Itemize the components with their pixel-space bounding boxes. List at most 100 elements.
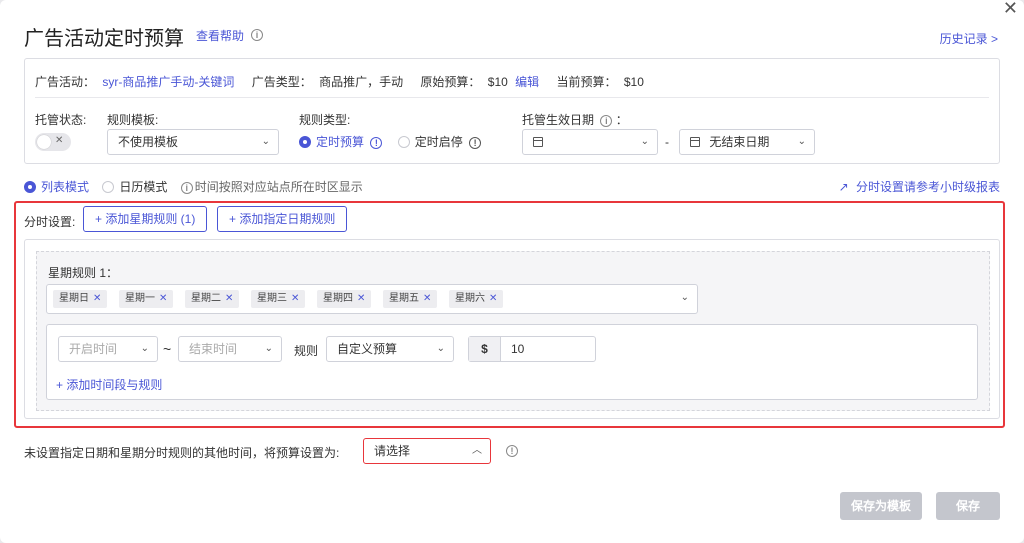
remove-icon[interactable]: ✕ [225,293,233,304]
rule-type-scheduled-budget[interactable]: 定时预算 ! [299,135,386,149]
hosting-status-toggle[interactable]: ✕ [35,133,71,151]
original-budget-value: $10 [487,75,508,89]
radio-unchecked-icon [102,181,115,193]
add-time-period-link[interactable]: + 添加时间段与规则 [56,376,162,393]
weekday-multiselect[interactable]: 星期日 ✕ 星期一 ✕ 星期二 ✕ 星期三 ✕ 星期四 ✕ 星期五 ✕ 星期六 ✕ ⌄ [46,284,698,314]
effective-date-label-text: 托管生效日期 [522,113,595,127]
remove-icon[interactable]: ✕ [357,293,365,304]
timezone-note-text: 时间按照对应站点所在时区显示 [194,180,363,194]
weekday-tag: 星期五 ✕ [383,290,438,308]
end-date-value: 无结束日期 [709,135,770,149]
start-date-picker[interactable]: ⌄ [522,129,658,155]
start-time-select[interactable]: 开启时间 ⌄ [58,336,158,362]
chevron-up-icon: ︿ [472,445,482,456]
modal-title: 广告活动定时预算 [24,28,184,50]
remove-icon[interactable]: ✕ [93,293,101,304]
view-mode-row: 列表模式 日历模式 i 时间按照对应站点所在时区显示 [24,178,373,195]
weekday-tag: 星期四 ✕ [317,290,372,308]
end-time-select[interactable]: 结束时间 ⌄ [178,336,282,362]
end-time-placeholder: 结束时间 [189,342,238,356]
template-select[interactable]: 不使用模板 ⌄ [107,129,279,155]
add-week-rule-button[interactable]: + 添加星期规则 (1) [83,206,208,232]
history-link[interactable]: 历史记录 > [940,30,998,47]
budget-amount-value: 10 [511,342,525,356]
edit-budget-link[interactable]: 编辑 [515,75,539,89]
ad-type-value: 商品推广，手动 [319,75,404,89]
info-icon[interactable]: ! [469,137,482,149]
list-mode-radio[interactable]: 列表模式 [24,178,89,195]
weekday-tag-label: 星期一 [125,293,155,304]
trend-chart-icon: ↗ [838,180,849,194]
campaign-summary: 广告活动： syr-商品推广手动-关键词 广告类型： 商品推广，手动 原始预算：… [35,73,648,90]
chevron-down-icon: ⌄ [680,292,689,303]
hourly-report-link[interactable]: ↗ 分时设置请参考小时级报表 [839,178,1000,195]
rule-label: 规则 [294,344,319,358]
weekday-tag: 星期六 ✕ [449,290,504,308]
close-icon[interactable]: ✕ [1003,0,1018,18]
remove-icon[interactable]: ✕ [489,293,497,304]
radio-checked-icon [299,136,311,148]
add-date-rule-button[interactable]: + 添加指定日期规则 [217,206,348,232]
template-label: 规则模板: [107,113,159,127]
budget-schedule-modal: ✕ 广告活动定时预算 查看帮助 i 历史记录 > 广告活动： syr-商品推广手… [0,0,1024,543]
campaign-info-panel: 广告活动： syr-商品推广手动-关键词 广告类型： 商品推广，手动 原始预算：… [24,58,1000,164]
hourly-report-link-text: 分时设置请参考小时级报表 [855,180,1000,194]
other-time-placeholder: 请选择 [374,444,411,458]
info-icon[interactable]: i [600,115,613,127]
end-date-picker[interactable]: 无结束日期 ⌄ [679,129,815,155]
info-icon: i [180,182,193,194]
weekday-tag: 星期二 ✕ [185,290,240,308]
weekday-tag: 星期三 ✕ [251,290,306,308]
time-range-separator: ~ [163,341,172,357]
schedule-label: 分时设置: [24,215,76,229]
weekday-tag: 星期一 ✕ [119,290,174,308]
effective-date-label: 托管生效日期 i ： [522,113,628,127]
ad-type-label: 广告类型： [251,75,312,89]
date-separator: - [665,135,669,149]
start-time-placeholder: 开启时间 [69,342,118,356]
help-link[interactable]: 查看帮助 [196,27,244,44]
chevron-down-icon: ⌄ [640,136,649,147]
template-value: 不使用模板 [118,135,179,149]
info-icon[interactable]: ! [370,137,383,149]
weekday-tag-label: 星期二 [191,293,221,304]
weekday-tag-label: 星期日 [59,293,89,304]
other-time-budget-select[interactable]: 请选择 ︿ [363,438,491,464]
radio-unchecked-icon [397,136,410,148]
weekday-tag-label: 星期四 [323,293,353,304]
timezone-note: i 时间按照对应站点所在时区显示 [180,178,363,195]
other-time-label: 未设置指定日期和星期分时规则的其他时间，将预算设置为: [24,446,340,460]
list-mode-label: 列表模式 [41,180,90,194]
chevron-down-icon: ⌄ [797,136,806,147]
rule-type-select[interactable]: 自定义预算 ⌄ [326,336,454,362]
chevron-down-icon: ⌄ [264,343,273,354]
chevron-down-icon: ⌄ [140,343,149,354]
currency-prefix: $ [469,337,501,361]
campaign-name-link[interactable]: syr-商品推广手动-关键词 [102,75,234,89]
radio-checked-icon [24,181,36,193]
rule-type-scheduled-toggle[interactable]: 定时启停 ! [397,135,482,149]
weekday-tag-label: 星期三 [257,293,287,304]
calendar-mode-radio[interactable]: 日历模式 [102,178,167,195]
original-budget-label: 原始预算： [420,75,481,89]
budget-amount-input[interactable]: $ 10 [468,336,596,362]
rule-type-radio-group: 定时预算 ! 定时启停 ! [299,133,482,150]
toggle-knob [37,135,51,149]
rule-type-opt2-label: 定时启停 [414,135,463,149]
weekday-tag: 星期日 ✕ [53,290,108,308]
remove-icon[interactable]: ✕ [423,293,431,304]
info-icon[interactable]: i [251,29,263,41]
remove-icon[interactable]: ✕ [291,293,299,304]
toggle-off-icon: ✕ [55,135,64,146]
rule-type-value: 自定义预算 [337,342,398,356]
remove-icon[interactable]: ✕ [159,293,167,304]
current-budget-label: 当前预算： [556,75,617,89]
calendar-mode-label: 日历模式 [119,180,168,194]
calendar-icon [690,137,700,147]
calendar-icon [533,137,543,147]
save-button[interactable]: 保存 [936,492,1000,520]
weekday-tag-label: 星期五 [389,293,419,304]
save-as-template-button[interactable]: 保存为模板 [840,492,922,520]
info-icon[interactable]: ! [506,445,518,457]
chevron-down-icon: ⌄ [261,136,270,147]
